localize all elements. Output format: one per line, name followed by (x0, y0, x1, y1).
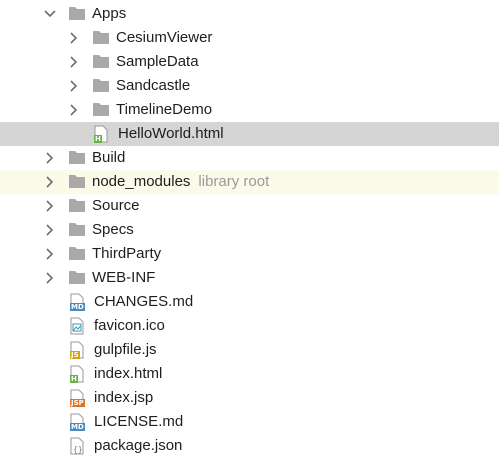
chevron-right-icon[interactable] (44, 175, 56, 189)
folder-icon (68, 245, 86, 263)
tree-item-cesiumviewer[interactable]: CesiumViewer (0, 26, 499, 50)
file-badge: JSP (70, 399, 85, 407)
tree-item-label: SampleData (116, 53, 199, 70)
tree-item-license-md[interactable]: MD LICENSE.md (0, 410, 499, 434)
tree-item-sampledata[interactable]: SampleData (0, 50, 499, 74)
tree-item-label: Specs (92, 221, 134, 238)
folder-icon (68, 173, 86, 191)
tree-item-build[interactable]: Build (0, 146, 499, 170)
tree-item-package-json[interactable]: {} package.json (0, 434, 499, 458)
tree-item-label: favicon.ico (94, 317, 165, 334)
tree-item-label: Sandcastle (116, 77, 191, 94)
tree-item-label: ThirdParty (92, 245, 162, 262)
chevron-right-icon[interactable] (68, 55, 80, 69)
tree-item-label: gulpfile.js (94, 341, 157, 358)
tree-item-index-html[interactable]: H index.html (0, 362, 499, 386)
javascript-file-icon: JS (70, 341, 88, 359)
project-tree: Apps CesiumViewer SampleData Sandcastle (0, 0, 499, 455)
jsp-file-icon: JSP (70, 389, 88, 407)
tree-item-favicon-ico[interactable]: favicon.ico (0, 314, 499, 338)
tree-item-source[interactable]: Source (0, 194, 499, 218)
html-file-icon: H (70, 365, 88, 383)
markdown-file-icon: MD (70, 293, 88, 311)
tree-item-label: Source (92, 197, 140, 214)
folder-icon (92, 53, 110, 71)
tree-item-label: index.jsp (94, 389, 154, 406)
folder-icon (68, 197, 86, 215)
file-badge: MD (70, 303, 85, 311)
svg-text:{}: {} (73, 445, 83, 454)
image-file-icon (70, 317, 88, 335)
folder-icon (68, 221, 86, 239)
tree-item-gulpfile-js[interactable]: JS gulpfile.js (0, 338, 499, 362)
tree-item-label: package.json (94, 437, 183, 454)
chevron-right-icon[interactable] (68, 103, 80, 117)
tree-item-label: LICENSE.md (94, 413, 184, 430)
chevron-right-icon[interactable] (44, 223, 56, 237)
tree-item-label: WEB-INF (92, 269, 156, 286)
tree-item-label: HelloWorld.html (118, 125, 224, 142)
tree-item-label: TimelineDemo (116, 101, 213, 118)
tree-item-apps[interactable]: Apps (0, 2, 499, 26)
folder-icon (68, 149, 86, 167)
file-badge: MD (70, 423, 85, 431)
chevron-right-icon[interactable] (44, 271, 56, 285)
html-file-icon: H (94, 125, 112, 143)
chevron-right-icon[interactable] (44, 151, 56, 165)
tree-item-sandcastle[interactable]: Sandcastle (0, 74, 499, 98)
folder-icon (92, 29, 110, 47)
chevron-right-icon[interactable] (68, 31, 80, 45)
chevron-right-icon[interactable] (68, 79, 80, 93)
tree-item-specs[interactable]: Specs (0, 218, 499, 242)
tree-item-label: Apps (92, 5, 127, 22)
json-file-icon: {} (70, 437, 88, 455)
tree-item-thirdparty[interactable]: ThirdParty (0, 242, 499, 266)
folder-icon (92, 101, 110, 119)
tree-item-label: CesiumViewer (116, 29, 213, 46)
tree-item-label: Build (92, 149, 126, 166)
file-badge: JS (70, 351, 80, 359)
tree-item-web-inf[interactable]: WEB-INF (0, 266, 499, 290)
tree-item-timelinedemo[interactable]: TimelineDemo (0, 98, 499, 122)
tree-item-helloworld-html[interactable]: H HelloWorld.html (0, 122, 499, 146)
chevron-right-icon[interactable] (44, 247, 56, 261)
tree-item-label: index.html (94, 365, 163, 382)
tree-item-changes-md[interactable]: MD CHANGES.md (0, 290, 499, 314)
chevron-right-icon[interactable] (44, 199, 56, 213)
folder-icon (92, 77, 110, 95)
folder-icon (68, 5, 86, 23)
tree-item-label: CHANGES.md (94, 293, 194, 310)
tree-item-label: node_modules (92, 173, 191, 190)
file-badge: H (70, 375, 78, 383)
tree-item-node-modules[interactable]: node_modules library root (0, 170, 499, 194)
file-badge: H (94, 135, 102, 143)
chevron-down-icon[interactable] (44, 7, 56, 21)
tree-item-index-jsp[interactable]: JSP index.jsp (0, 386, 499, 410)
folder-icon (68, 269, 86, 287)
library-root-hint: library root (198, 173, 270, 190)
markdown-file-icon: MD (70, 413, 88, 431)
